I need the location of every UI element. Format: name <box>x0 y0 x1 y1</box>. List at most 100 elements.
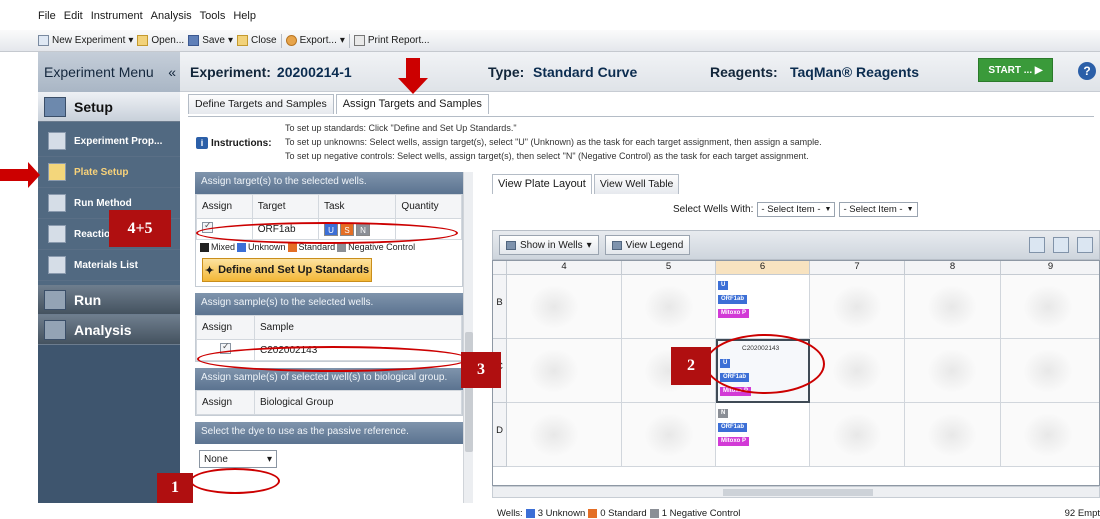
define-standards-button[interactable]: ✦ Define and Set Up Standards <box>202 258 372 282</box>
column-header: Assign <box>196 315 255 340</box>
show-in-wells-button[interactable]: Show in Wells ▾ <box>499 235 599 255</box>
save-icon <box>188 35 200 46</box>
open-button[interactable]: Open... <box>137 35 184 46</box>
tab-define-targets[interactable]: Define Targets and Samples <box>188 94 334 114</box>
well-c4[interactable] <box>507 339 622 403</box>
well-c8[interactable] <box>905 339 1001 403</box>
select-wells-row: Select Wells With: - Select Item - ▼ - Se… <box>673 202 918 217</box>
run-section[interactable]: Run <box>38 285 180 315</box>
well-d5[interactable] <box>622 403 716 467</box>
analysis-section[interactable]: Analysis <box>38 315 180 345</box>
plate-view-icons <box>1029 237 1093 253</box>
column-header: Sample <box>254 315 462 340</box>
properties-icon <box>48 132 66 150</box>
help-icon[interactable]: ? <box>1078 62 1096 80</box>
fit-icon[interactable] <box>1077 237 1093 253</box>
select-wells-dropdown-2[interactable]: - Select Item - ▼ <box>839 202 918 217</box>
reagents-label: Reagents: <box>710 63 778 80</box>
mixed-icon <box>200 242 209 252</box>
instructions-label: i Instructions: <box>196 137 272 149</box>
new-experiment-button[interactable]: New Experiment ▾ <box>38 35 133 46</box>
row-header: D <box>493 403 507 467</box>
close-folder-icon <box>237 35 249 46</box>
well-b9[interactable] <box>1001 275 1099 339</box>
setup-icon <box>44 96 66 117</box>
instruction-line: To set up standards: Click "Define and S… <box>285 123 517 133</box>
run-method-icon <box>48 194 66 212</box>
column-header: 7 <box>810 261 905 275</box>
column-header: Assign <box>196 194 253 219</box>
sample-tag: Mitoxo P <box>718 309 749 318</box>
callout-label: 2 <box>671 347 711 385</box>
toolbar-separator <box>280 33 282 48</box>
instruction-line: To set up unknowns: Select wells, assign… <box>285 137 822 147</box>
view-tabs: View Plate Layout View Well Table <box>492 174 680 194</box>
unknown-icon <box>237 242 247 252</box>
well-b7[interactable] <box>810 275 905 339</box>
start-run-button[interactable]: START ... ▶ <box>978 58 1053 82</box>
analysis-icon <box>44 319 66 340</box>
reagents-value: TaqMan® Reagents <box>790 63 920 80</box>
negative-control-icon <box>649 509 659 518</box>
target-tag: ORF1ab <box>718 423 748 432</box>
well-d7[interactable] <box>810 403 905 467</box>
wells-status: Wells: 3 Unknown 0 Standard 1 Negative C… <box>497 508 741 519</box>
zoom-icon[interactable] <box>1053 237 1069 253</box>
well-d8[interactable] <box>905 403 1001 467</box>
print-report-button[interactable]: Print Report... <box>353 35 430 46</box>
menu-tools[interactable]: Tools <box>200 10 226 30</box>
well-d4[interactable] <box>507 403 622 467</box>
sidebar-item-experiment-properties[interactable]: Experiment Prop... <box>38 126 180 157</box>
tab-view-plate-layout[interactable]: View Plate Layout <box>492 174 592 194</box>
setup-section[interactable]: Setup <box>38 92 180 122</box>
type-label: Type: <box>488 63 525 80</box>
dye-dropdown-highlight <box>190 468 280 494</box>
scroll-thumb[interactable] <box>723 489 873 496</box>
tab-view-well-table[interactable]: View Well Table <box>593 174 680 194</box>
column-header: Quantity <box>395 194 462 219</box>
menu-analysis[interactable]: Analysis <box>151 10 192 30</box>
experiment-label: Experiment: <box>190 63 271 80</box>
sidebar-item-plate-setup[interactable]: Plate Setup <box>38 157 180 188</box>
arrow-icon <box>0 162 40 188</box>
experiment-menu-header: Experiment Menu « <box>38 52 180 92</box>
menu-instrument[interactable]: Instrument <box>91 10 143 30</box>
well-b4[interactable] <box>507 275 622 339</box>
menu-edit[interactable]: Edit <box>64 10 83 30</box>
menu-file[interactable]: File <box>38 10 56 30</box>
callout-label: 1 <box>157 473 193 503</box>
new-document-icon <box>38 35 49 46</box>
dropdown-arrow-icon: ▾ <box>266 453 272 465</box>
scroll-thumb[interactable] <box>465 332 473 452</box>
plate-view-icon[interactable] <box>1029 237 1045 253</box>
left-panel-scrollbar[interactable] <box>463 172 473 503</box>
menu-help[interactable]: Help <box>233 10 256 30</box>
passive-reference-dropdown[interactable]: None ▾ <box>199 450 277 468</box>
materials-icon <box>48 256 66 274</box>
well-b5[interactable] <box>622 275 716 339</box>
plate-icon <box>48 163 66 181</box>
sample-row-highlight <box>197 346 469 372</box>
targets-panel-header: Assign target(s) to the selected wells. <box>195 172 463 194</box>
plate-horizontal-scrollbar[interactable] <box>492 486 1100 498</box>
row-header: B <box>493 275 507 339</box>
wells-icon <box>506 240 516 250</box>
column-header: 8 <box>905 261 1001 275</box>
close-button[interactable]: Close <box>237 35 277 46</box>
tab-assign-targets[interactable]: Assign Targets and Samples <box>335 94 489 114</box>
select-wells-dropdown-1[interactable]: - Select Item - ▼ <box>757 202 836 217</box>
collapse-icon[interactable]: « <box>168 64 176 80</box>
well-b6[interactable]: U ORF1ab Mitoxo P <box>716 275 810 339</box>
well-d6[interactable]: N ORF1ab Mitoxo P <box>716 403 810 467</box>
legend-icon <box>611 240 622 250</box>
empty-wells-status: 92 Empt <box>1064 508 1100 519</box>
well-c9[interactable] <box>1001 339 1099 403</box>
save-button[interactable]: Save ▾ <box>188 35 233 46</box>
export-button[interactable]: Export... ▾ <box>285 35 345 46</box>
reaction-icon <box>48 225 66 243</box>
sidebar-item-materials-list[interactable]: Materials List <box>38 250 180 281</box>
well-c7[interactable] <box>810 339 905 403</box>
well-d9[interactable] <box>1001 403 1099 467</box>
well-b8[interactable] <box>905 275 1001 339</box>
view-legend-button[interactable]: View Legend <box>604 235 691 255</box>
